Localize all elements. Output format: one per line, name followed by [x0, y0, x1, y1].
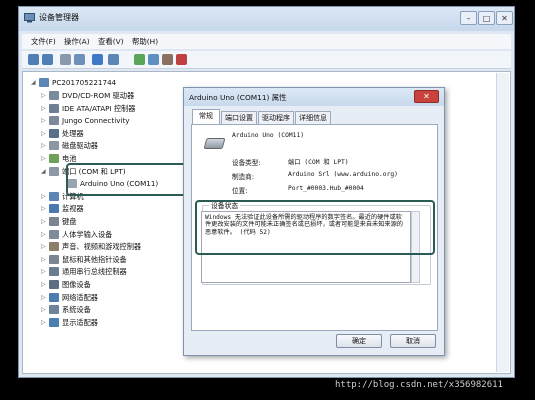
expand-icon[interactable]: ▷ — [41, 294, 47, 301]
disk-drive-icon — [49, 141, 59, 151]
tree-item-label: IDE ATA/ATAPI 控制器 — [62, 103, 136, 113]
tree-item-label: Jungo Connectivity — [62, 116, 130, 126]
collapse-icon[interactable]: ◢ — [31, 79, 37, 86]
expand-icon[interactable]: ▷ — [41, 105, 47, 112]
hid-icon — [49, 229, 59, 239]
watermark-text: http://blog.csdn.net/x356982611 — [335, 380, 503, 390]
dialog-title: Arduino Uno (COM11) 属性 — [189, 93, 287, 102]
keyboard-icon — [49, 217, 59, 226]
manufacturer-value: Arduino Srl (www.arduino.org) — [288, 171, 398, 178]
screenshot-stage: 设备管理器 – □ ✕ 文件(F) 操作(A) 查看(V) 帮助(H) ◢ PC2… — [0, 0, 535, 400]
close-button[interactable]: ✕ — [496, 11, 513, 25]
minimize-button[interactable]: – — [460, 11, 477, 25]
tree-item-label: DVD/CD-ROM 驱动器 — [62, 91, 135, 100]
computer-icon[interactable] — [108, 54, 119, 65]
tree-item-label: 处理器 — [62, 128, 84, 138]
back-arrow-icon[interactable] — [28, 54, 39, 65]
title-bar: 设备管理器 – □ ✕ — [19, 7, 514, 31]
tree-root-label: PC201705221744 — [52, 78, 117, 87]
device-type-value: 端口 (COM 和 LPT) — [288, 159, 349, 166]
disable-device-icon[interactable] — [162, 54, 173, 65]
menu-bar: 文件(F) 操作(A) 查看(V) 帮助(H) — [22, 34, 511, 49]
location-label: 位置: — [232, 187, 248, 195]
expand-icon[interactable]: ▷ — [41, 142, 47, 149]
device-type-label: 设备类型: — [232, 159, 261, 167]
expand-icon[interactable]: ▷ — [41, 155, 47, 162]
menu-file[interactable]: 文件(F) — [31, 36, 56, 47]
expand-icon[interactable]: ▷ — [41, 205, 47, 212]
maximize-button[interactable]: □ — [478, 11, 495, 25]
tree-item-label: 鼠标和其他指针设备 — [62, 254, 127, 264]
tree-item-label: 网络适配器 — [62, 292, 98, 302]
scan-hardware-icon[interactable] — [148, 54, 159, 65]
computer-icon — [49, 191, 59, 201]
tree-item-label: 图像设备 — [62, 280, 91, 289]
tree-scrollbar[interactable] — [496, 73, 509, 372]
menu-view[interactable]: 查看(V) — [98, 36, 124, 47]
dialog-title-bar: Arduino Uno (COM11) 属性 ✕ — [184, 88, 444, 106]
network-icon — [49, 292, 59, 302]
port-icon — [49, 166, 59, 176]
window-title: 设备管理器 — [39, 13, 79, 22]
expand-icon[interactable]: ▷ — [41, 306, 47, 313]
expand-icon[interactable]: ▷ — [41, 193, 47, 200]
status-highlight-box — [195, 200, 435, 255]
tab-general[interactable]: 常规 — [192, 109, 220, 125]
monitor-icon — [49, 204, 59, 214]
ide-controller-icon — [49, 103, 59, 113]
location-value: Port_#0003.Hub_#0004 — [288, 185, 364, 192]
computer-icon — [39, 78, 49, 87]
tree-item-label: 磁盘驱动器 — [62, 141, 98, 151]
toolbar — [22, 51, 511, 69]
forward-arrow-icon[interactable] — [42, 54, 53, 65]
expand-icon[interactable]: ▷ — [41, 319, 47, 326]
tab-driver[interactable]: 驱动程序 — [258, 111, 294, 124]
expand-icon[interactable]: ▷ — [41, 256, 47, 263]
properties-icon[interactable] — [74, 54, 85, 65]
tree-item-label: 系统设备 — [62, 305, 91, 315]
tree-item-label: 监视器 — [62, 204, 84, 214]
mouse-icon — [49, 254, 59, 264]
port-device-icon — [203, 138, 226, 149]
tree-item-label: 人体学输入设备 — [62, 229, 113, 239]
tree-item-label: 键盘 — [62, 217, 77, 226]
menu-help[interactable]: 帮助(H) — [132, 36, 158, 47]
tree-item-label: 声音、视频和游戏控制器 — [62, 242, 142, 252]
port-highlight-box — [66, 163, 202, 196]
uninstall-device-icon[interactable] — [176, 54, 187, 65]
tree-item-label: 通用串行总线控制器 — [62, 267, 127, 277]
dvd-drive-icon — [49, 91, 59, 100]
sound-icon — [49, 242, 59, 252]
expand-icon[interactable]: ▷ — [41, 92, 47, 99]
device-name: Arduino Uno (COM11) — [232, 132, 305, 139]
cpu-icon — [49, 128, 59, 138]
expand-icon[interactable]: ▷ — [41, 117, 47, 124]
menu-action[interactable]: 操作(A) — [64, 36, 90, 47]
tree-item-label: 显示适配器 — [62, 317, 98, 327]
expand-icon[interactable]: ▷ — [41, 130, 47, 137]
expand-icon[interactable]: ▷ — [41, 231, 47, 238]
display-adapter-icon — [49, 317, 59, 327]
cancel-button[interactable]: 取消 — [390, 334, 436, 348]
show-hidden-icon[interactable] — [60, 54, 71, 65]
ok-button[interactable]: 确定 — [336, 334, 382, 348]
jungo-icon — [49, 116, 59, 126]
tab-port-settings[interactable]: 端口设置 — [221, 111, 257, 124]
update-driver-icon[interactable] — [134, 54, 145, 65]
manufacturer-label: 制造商: — [232, 173, 255, 181]
usb-icon — [49, 267, 59, 277]
expand-icon[interactable]: ▷ — [41, 243, 47, 250]
system-device-icon — [49, 305, 59, 315]
battery-icon — [49, 154, 59, 163]
expand-icon[interactable]: ▷ — [41, 281, 47, 288]
camera-icon — [49, 280, 59, 289]
device-manager-icon — [24, 13, 35, 23]
help-icon[interactable] — [92, 54, 103, 65]
dialog-close-button[interactable]: ✕ — [414, 90, 439, 103]
expand-icon[interactable]: ▷ — [41, 268, 47, 275]
tab-details[interactable]: 详细信息 — [295, 111, 331, 124]
expand-icon[interactable]: ◢ — [41, 168, 47, 175]
expand-icon[interactable]: ▷ — [41, 218, 47, 225]
